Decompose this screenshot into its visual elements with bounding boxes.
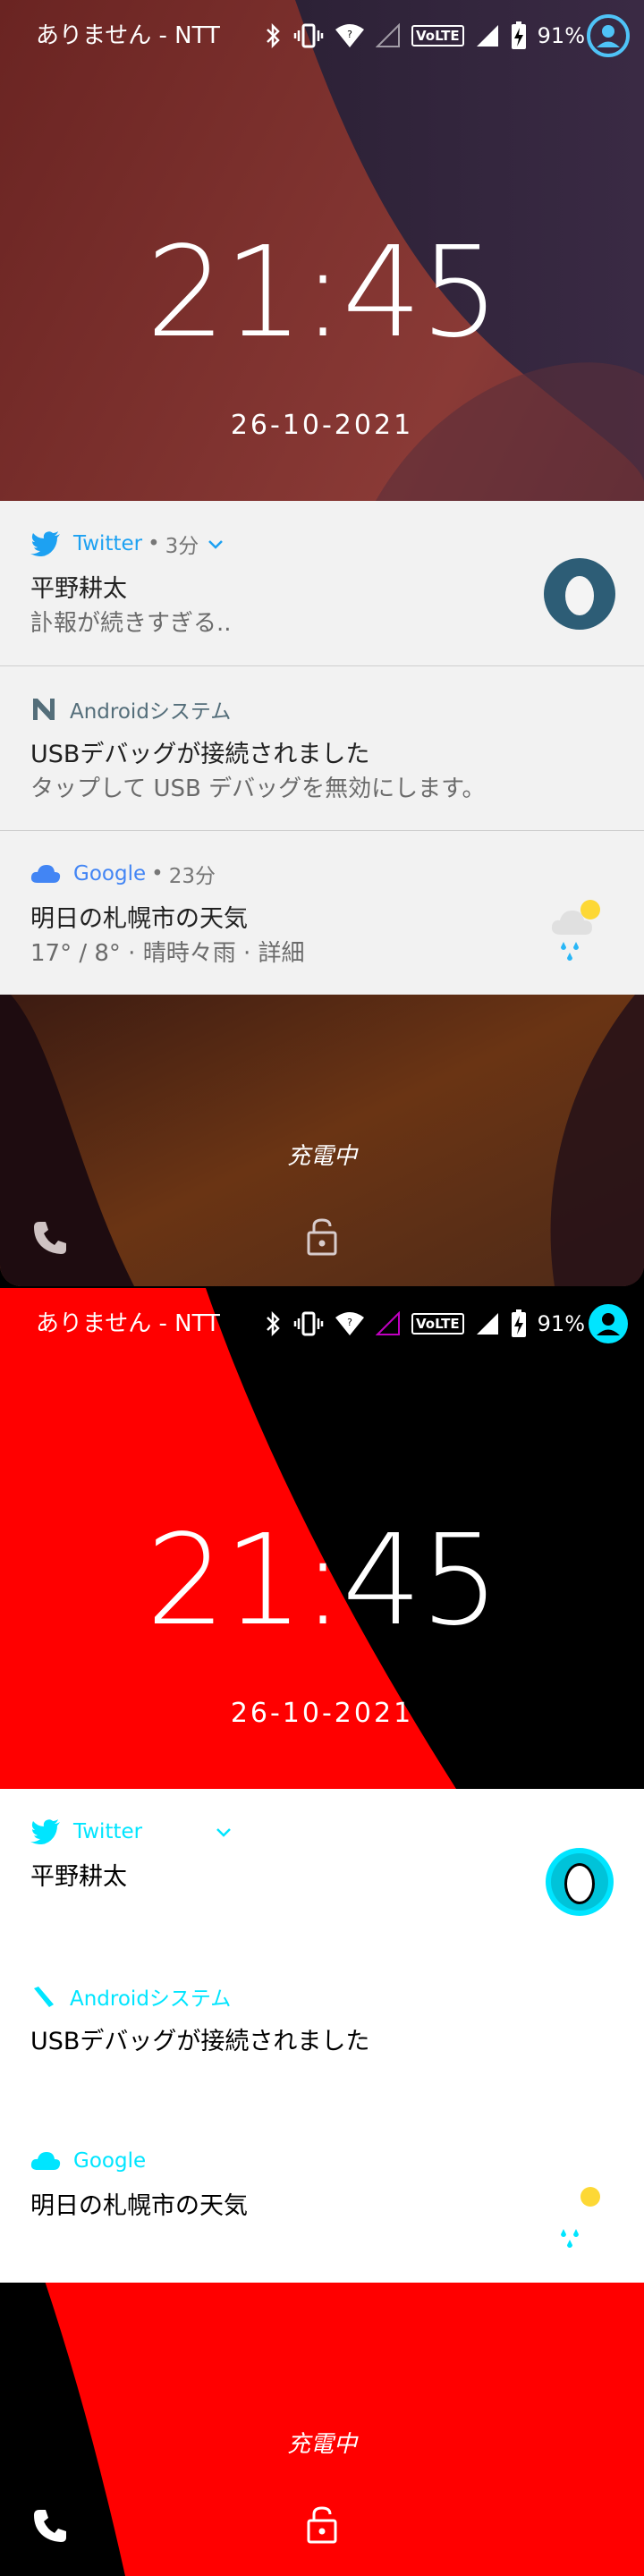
phone-icon[interactable] <box>30 1218 70 1258</box>
notification-app-name: Twitter <box>73 1820 143 1843</box>
vibrate-icon <box>293 1310 324 1337</box>
wifi-icon: ? <box>335 22 365 49</box>
notification-app-name: Androidシステム <box>70 1987 232 2011</box>
lockscreen-high-contrast: ありません - NTT ? VoLTE 91% 21:45 26-10-2021… <box>0 1288 644 2576</box>
chevron-down-icon[interactable] <box>214 1822 233 1842</box>
notification-android-system[interactable]: Androidシステム USBデバッグが接続されました タップして USB デバ… <box>0 665 644 830</box>
twitter-bird-icon <box>30 531 60 556</box>
twitter-bird-icon <box>30 1819 60 1844</box>
bluetooth-icon <box>265 1310 283 1337</box>
unlock-icon[interactable] <box>304 1216 340 1256</box>
user-avatar-icon[interactable] <box>587 14 630 57</box>
notification-time: 3分 <box>165 535 199 558</box>
charging-label: 充電中 <box>286 2431 357 2458</box>
battery-charging-icon <box>511 1309 527 1338</box>
notification-title: 平野耕太 <box>30 1863 127 1891</box>
signal-empty-icon <box>376 23 401 48</box>
svg-text:?: ? <box>347 1317 352 1328</box>
notification-app-name: Twitter <box>73 532 143 555</box>
notification-title: USBデバッグが接続されました <box>30 2028 370 2055</box>
vibrate-icon <box>293 22 324 49</box>
weather-sun-rain-icon <box>561 2187 600 2248</box>
notification-title: 平野耕太 <box>30 575 127 603</box>
lock-clock: 21:45 <box>146 1508 499 1654</box>
battery-percent: 91% <box>537 23 585 48</box>
notification-google[interactable]: Google 明日の札幌市の天気 <box>0 2118 644 2283</box>
notification-title: USBデバッグが接続されました <box>30 741 370 768</box>
charging-label: 充電中 <box>286 1143 357 1170</box>
carrier-label: ありません - NTT <box>36 1310 220 1337</box>
notification-twitter[interactable]: Twitter 平野耕太 <box>0 1789 644 1953</box>
notification-app-name: Google <box>73 2149 147 2173</box>
carrier-label: ありません - NTT <box>36 22 220 49</box>
battery-charging-icon <box>511 21 527 50</box>
notification-text: タップして USB デバッグを無効にします。 <box>30 775 486 802</box>
notification-list: Twitter • 3分 平野耕太 訃報が続きすぎる.. Androidシステム… <box>0 501 644 995</box>
phone-icon[interactable] <box>30 2506 70 2546</box>
lock-date: 26-10-2021 <box>230 1698 414 1729</box>
lockscreen-normal: ありません - NTT ? VoLTE 91% 21:45 26-10-2021… <box>0 0 644 1286</box>
notification-time: 23分 <box>168 865 216 888</box>
svg-text:?: ? <box>347 29 352 40</box>
volte-icon: VoLTE <box>411 1313 464 1335</box>
notification-list: Twitter 平野耕太 Androidシステム USBデバッグが接続されました… <box>0 1789 644 2283</box>
status-bar: ありません - NTT ? VoLTE 91% <box>0 1288 644 1360</box>
cloud-icon <box>30 865 61 883</box>
android-debug-icon <box>34 1987 54 2007</box>
signal-icon <box>475 1311 500 1336</box>
notification-text: 17° / 8° · 晴時々雨 · 詳細 <box>30 940 305 967</box>
notification-title: 明日の札幌市の天気 <box>30 905 248 933</box>
wifi-icon: ? <box>335 1310 365 1337</box>
weather-sun-rain-icon <box>551 900 600 961</box>
notification-app-name: Androidシステム <box>70 700 232 724</box>
notification-twitter[interactable]: Twitter • 3分 平野耕太 訃報が続きすぎる.. <box>0 501 644 665</box>
cloud-icon <box>30 2152 61 2170</box>
bluetooth-icon <box>265 22 283 49</box>
user-avatar-icon[interactable] <box>587 1302 630 1345</box>
chevron-down-icon[interactable] <box>206 534 225 554</box>
egg-avatar-icon <box>546 1848 614 1916</box>
notification-text: 訃報が続きすぎる.. <box>30 610 232 637</box>
notification-app-name: Google <box>73 862 147 886</box>
status-bar: ありません - NTT ? VoLTE 91% <box>0 0 644 72</box>
signal-empty-icon <box>376 1311 401 1336</box>
unlock-icon[interactable] <box>304 2504 340 2544</box>
notification-android-system[interactable]: Androidシステム USBデバッグが接続されました <box>0 1953 644 2118</box>
notification-title: 明日の札幌市の天気 <box>30 2192 248 2220</box>
signal-icon <box>475 23 500 48</box>
notification-google[interactable]: Google • 23分 明日の札幌市の天気 17° / 8° · 晴時々雨 ·… <box>0 830 644 995</box>
volte-icon: VoLTE <box>411 25 464 47</box>
lock-date: 26-10-2021 <box>230 410 414 441</box>
android-debug-icon <box>33 699 55 720</box>
lock-clock: 21:45 <box>146 220 499 366</box>
egg-avatar-icon <box>544 558 615 630</box>
battery-percent: 91% <box>537 1311 585 1336</box>
